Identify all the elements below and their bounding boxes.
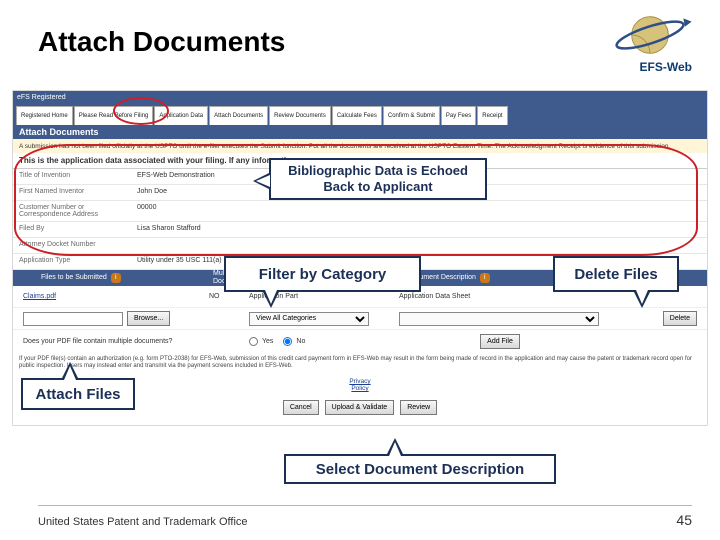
page-number: 45 — [676, 512, 692, 528]
tab-attach-documents[interactable]: Attach Documents — [209, 106, 268, 125]
file-row-editor: Browse... View All Categories Delete — [13, 308, 707, 330]
callout-tail — [262, 290, 280, 308]
user-bar: eFS Registered — [13, 91, 707, 103]
multi-question-row: Does your PDF file contain multiple docu… — [13, 330, 707, 352]
descr-label: Application Data Sheet — [399, 293, 470, 300]
slide: Attach Documents EFS-Web eFS Registered … — [0, 0, 720, 540]
page-title: Attach Documents — [38, 26, 285, 58]
logo-text: EFS-Web — [640, 60, 692, 74]
cancel-button[interactable]: Cancel — [283, 400, 319, 415]
footer-text: United States Patent and Trademark Offic… — [38, 516, 248, 528]
tab-calculate-fees[interactable]: Calculate Fees — [332, 106, 382, 125]
help-icon[interactable]: i — [480, 273, 490, 283]
multi-flag: NO — [209, 293, 220, 300]
add-file-button[interactable]: Add File — [480, 334, 520, 349]
tab-pay-fees[interactable]: Pay Fees — [441, 106, 476, 125]
callout-tail — [61, 362, 79, 380]
multi-no-label: No — [296, 338, 305, 345]
callout-delete: Delete Files — [553, 256, 679, 292]
callout-tail — [386, 438, 404, 456]
multi-no-radio[interactable] — [283, 337, 292, 346]
callout-tail — [253, 172, 271, 190]
category-select[interactable]: View All Categories — [249, 312, 369, 326]
multi-question: Does your PDF file contain multiple docu… — [23, 338, 172, 345]
efs-web-logo — [608, 10, 692, 60]
browse-button[interactable]: Browse... — [127, 311, 170, 326]
tab-confirm-submit[interactable]: Confirm & Submit — [383, 106, 440, 125]
col-files-label: Files to be Submitted — [41, 274, 107, 281]
callout-attach: Attach Files — [21, 378, 135, 410]
delete-button[interactable]: Delete — [663, 311, 697, 326]
callout-descr: Select Document Description — [284, 454, 556, 484]
multi-yes-label: Yes — [262, 338, 273, 345]
description-select[interactable] — [399, 312, 599, 326]
file-link[interactable]: Claims.pdf — [23, 293, 56, 300]
callout-filter: Filter by Category — [224, 256, 421, 292]
tab-review-documents[interactable]: Review Documents — [269, 106, 331, 125]
tab-home[interactable]: Registered Home — [16, 106, 73, 125]
upload-validate-button[interactable]: Upload & Validate — [325, 400, 395, 415]
footer-divider — [38, 505, 692, 506]
userbar-left: eFS Registered — [17, 94, 66, 101]
highlight-circle-tab — [113, 97, 169, 125]
callout-biblio: Bibliographic Data is Echoed Back to App… — [269, 158, 487, 200]
privacy-policy-link[interactable]: Privacy Policy — [349, 378, 370, 392]
review-button[interactable]: Review — [400, 400, 437, 415]
pto-note: If your PDF file(s) contain an authoriza… — [13, 352, 707, 378]
callout-tail — [633, 290, 651, 308]
multi-yes-radio[interactable] — [249, 337, 258, 346]
file-path-input[interactable] — [23, 312, 123, 326]
section-title: Attach Documents — [13, 125, 707, 139]
help-icon[interactable]: i — [111, 273, 121, 283]
tab-receipt[interactable]: Receipt — [477, 106, 507, 125]
